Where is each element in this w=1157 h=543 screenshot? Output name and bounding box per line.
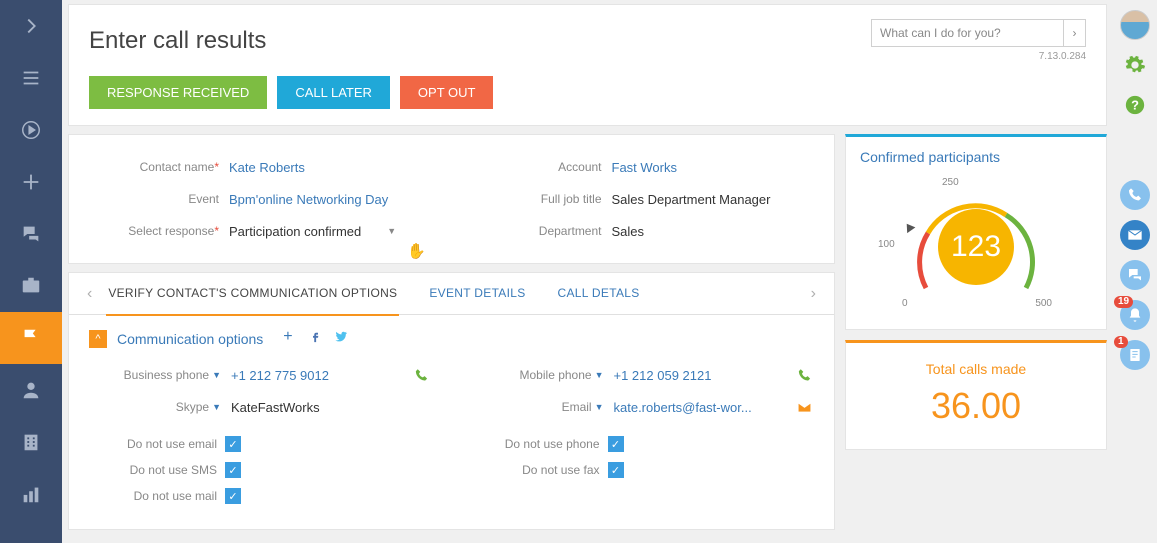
nav-add[interactable] (0, 156, 62, 208)
total-calls-title: Total calls made (860, 361, 1092, 377)
bell-badge: 19 (1114, 296, 1133, 308)
value-contact-name[interactable]: Kate Roberts (229, 160, 432, 175)
label-full-job-title: Full job title (472, 192, 612, 206)
label-email[interactable]: Email▼ (472, 400, 608, 414)
tabs-next-icon[interactable]: › (803, 285, 824, 303)
widget-confirmed-participants: Confirmed participants 123 100 250 0 500 (845, 134, 1107, 330)
note-panel-icon[interactable]: 1 (1120, 340, 1150, 370)
section-title-comm: Communication options (117, 331, 263, 347)
phone-icon[interactable] (412, 368, 432, 383)
note-badge: 1 (1114, 336, 1128, 348)
gauge-tick-500: 500 (1035, 298, 1052, 309)
value-account[interactable]: Fast Works (612, 160, 815, 175)
right-toolbar: ? 19 1 (1113, 0, 1157, 370)
input-department[interactable] (612, 224, 815, 239)
value-event[interactable]: Bpm'online Networking Day (229, 192, 432, 207)
label-business-phone[interactable]: Business phone▼ (89, 368, 225, 382)
gauge-tick-250: 250 (942, 177, 959, 188)
checkbox-dns[interactable]: ✓ (225, 462, 241, 478)
nav-menu[interactable] (0, 52, 62, 104)
nav-analytics[interactable] (0, 468, 62, 520)
opt-out-button[interactable]: OPT OUT (400, 76, 494, 109)
tabs-card: ‹ VERIFY CONTACT'S COMMUNICATION OPTIONS… (68, 272, 835, 530)
gear-icon[interactable] (1120, 50, 1150, 80)
page-title: Enter call results (89, 27, 871, 55)
call-result-form: Contact name* Kate Roberts Event Bpm'onl… (68, 134, 835, 264)
label-select-response: Select response* (89, 224, 229, 238)
svg-text:?: ? (1131, 98, 1139, 113)
tabs-prev-icon[interactable]: ‹ (79, 285, 100, 303)
value-mobile-phone[interactable]: +1 212 059 2121 (608, 368, 795, 383)
tab-call-details[interactable]: CALL DETALS (556, 272, 642, 315)
checkbox-dne[interactable]: ✓ (225, 436, 241, 452)
collapse-toggle[interactable]: ^ (89, 330, 107, 348)
tab-event-details[interactable]: EVENT DETAILS (427, 272, 527, 315)
label-dne: Do not use email (89, 437, 225, 451)
nav-flag[interactable] (0, 312, 62, 364)
label-dnp: Do not use phone (472, 437, 608, 451)
global-search[interactable]: What can I do for you? › (871, 19, 1086, 47)
nav-user[interactable] (0, 364, 62, 416)
left-nav (0, 0, 62, 543)
response-received-button[interactable]: RESPONSE RECEIVED (89, 76, 267, 109)
nav-play[interactable] (0, 104, 62, 156)
label-mobile-phone[interactable]: Mobile phone▼ (472, 368, 608, 382)
label-account: Account (472, 160, 612, 174)
cursor-icon: ✋ (407, 242, 426, 260)
input-full-job-title[interactable] (612, 192, 815, 207)
facebook-icon[interactable] (308, 329, 323, 349)
checkbox-dnp[interactable]: ✓ (608, 436, 624, 452)
phone-panel-icon[interactable] (1120, 180, 1150, 210)
chat-panel-icon[interactable] (1120, 260, 1150, 290)
mail-icon[interactable] (794, 400, 814, 415)
select-response-dropdown[interactable]: Participation confirmed ▼ ✋ (229, 224, 432, 239)
gauge-tick-0: 0 (902, 298, 908, 309)
label-event: Event (89, 192, 229, 206)
chevron-down-icon: ▼ (387, 226, 396, 236)
total-calls-value: 36.00 (860, 385, 1092, 427)
call-later-button[interactable]: CALL LATER (277, 76, 390, 109)
label-skype[interactable]: Skype▼ (89, 400, 225, 414)
nav-chats[interactable] (0, 208, 62, 260)
label-dns: Do not use SMS (89, 463, 225, 477)
value-email[interactable]: kate.roberts@fast-wor... (608, 400, 795, 415)
label-dnm: Do not use mail (89, 489, 225, 503)
label-contact-name: Contact name* (89, 160, 229, 174)
version-label: 7.13.0.284 (871, 51, 1086, 62)
search-go-icon[interactable]: › (1063, 20, 1085, 46)
checkbox-dnm[interactable]: ✓ (225, 488, 241, 504)
nav-building[interactable] (0, 416, 62, 468)
help-icon[interactable]: ? (1120, 90, 1150, 120)
value-skype[interactable]: KateFastWorks (225, 400, 412, 415)
label-department: Department (472, 224, 612, 238)
gauge-title: Confirmed participants (860, 149, 1092, 165)
mail-panel-icon[interactable] (1120, 220, 1150, 250)
nav-idcard[interactable] (0, 260, 62, 312)
checkbox-dnf[interactable]: ✓ (608, 462, 624, 478)
tab-verify-communication[interactable]: VERIFY CONTACT'S COMMUNICATION OPTIONS (106, 272, 399, 316)
nav-expand[interactable] (0, 0, 62, 52)
select-response-value: Participation confirmed (229, 224, 361, 239)
bell-panel-icon[interactable]: 19 (1120, 300, 1150, 330)
search-placeholder: What can I do for you? (872, 26, 1063, 40)
gauge-value: 123 (938, 209, 1014, 285)
main-area: Enter call results What can I do for you… (62, 0, 1113, 543)
header-panel: Enter call results What can I do for you… (68, 4, 1107, 126)
value-business-phone[interactable]: +1 212 775 9012 (225, 368, 412, 383)
user-avatar[interactable] (1120, 10, 1150, 40)
label-dnf: Do not use fax (472, 463, 608, 477)
twitter-icon[interactable] (333, 329, 348, 349)
phone-icon[interactable] (794, 368, 814, 383)
add-comm-icon[interactable]: + (283, 329, 298, 344)
widget-total-calls: Total calls made 36.00 (845, 340, 1107, 450)
gauge-tick-100: 100 (878, 239, 895, 250)
